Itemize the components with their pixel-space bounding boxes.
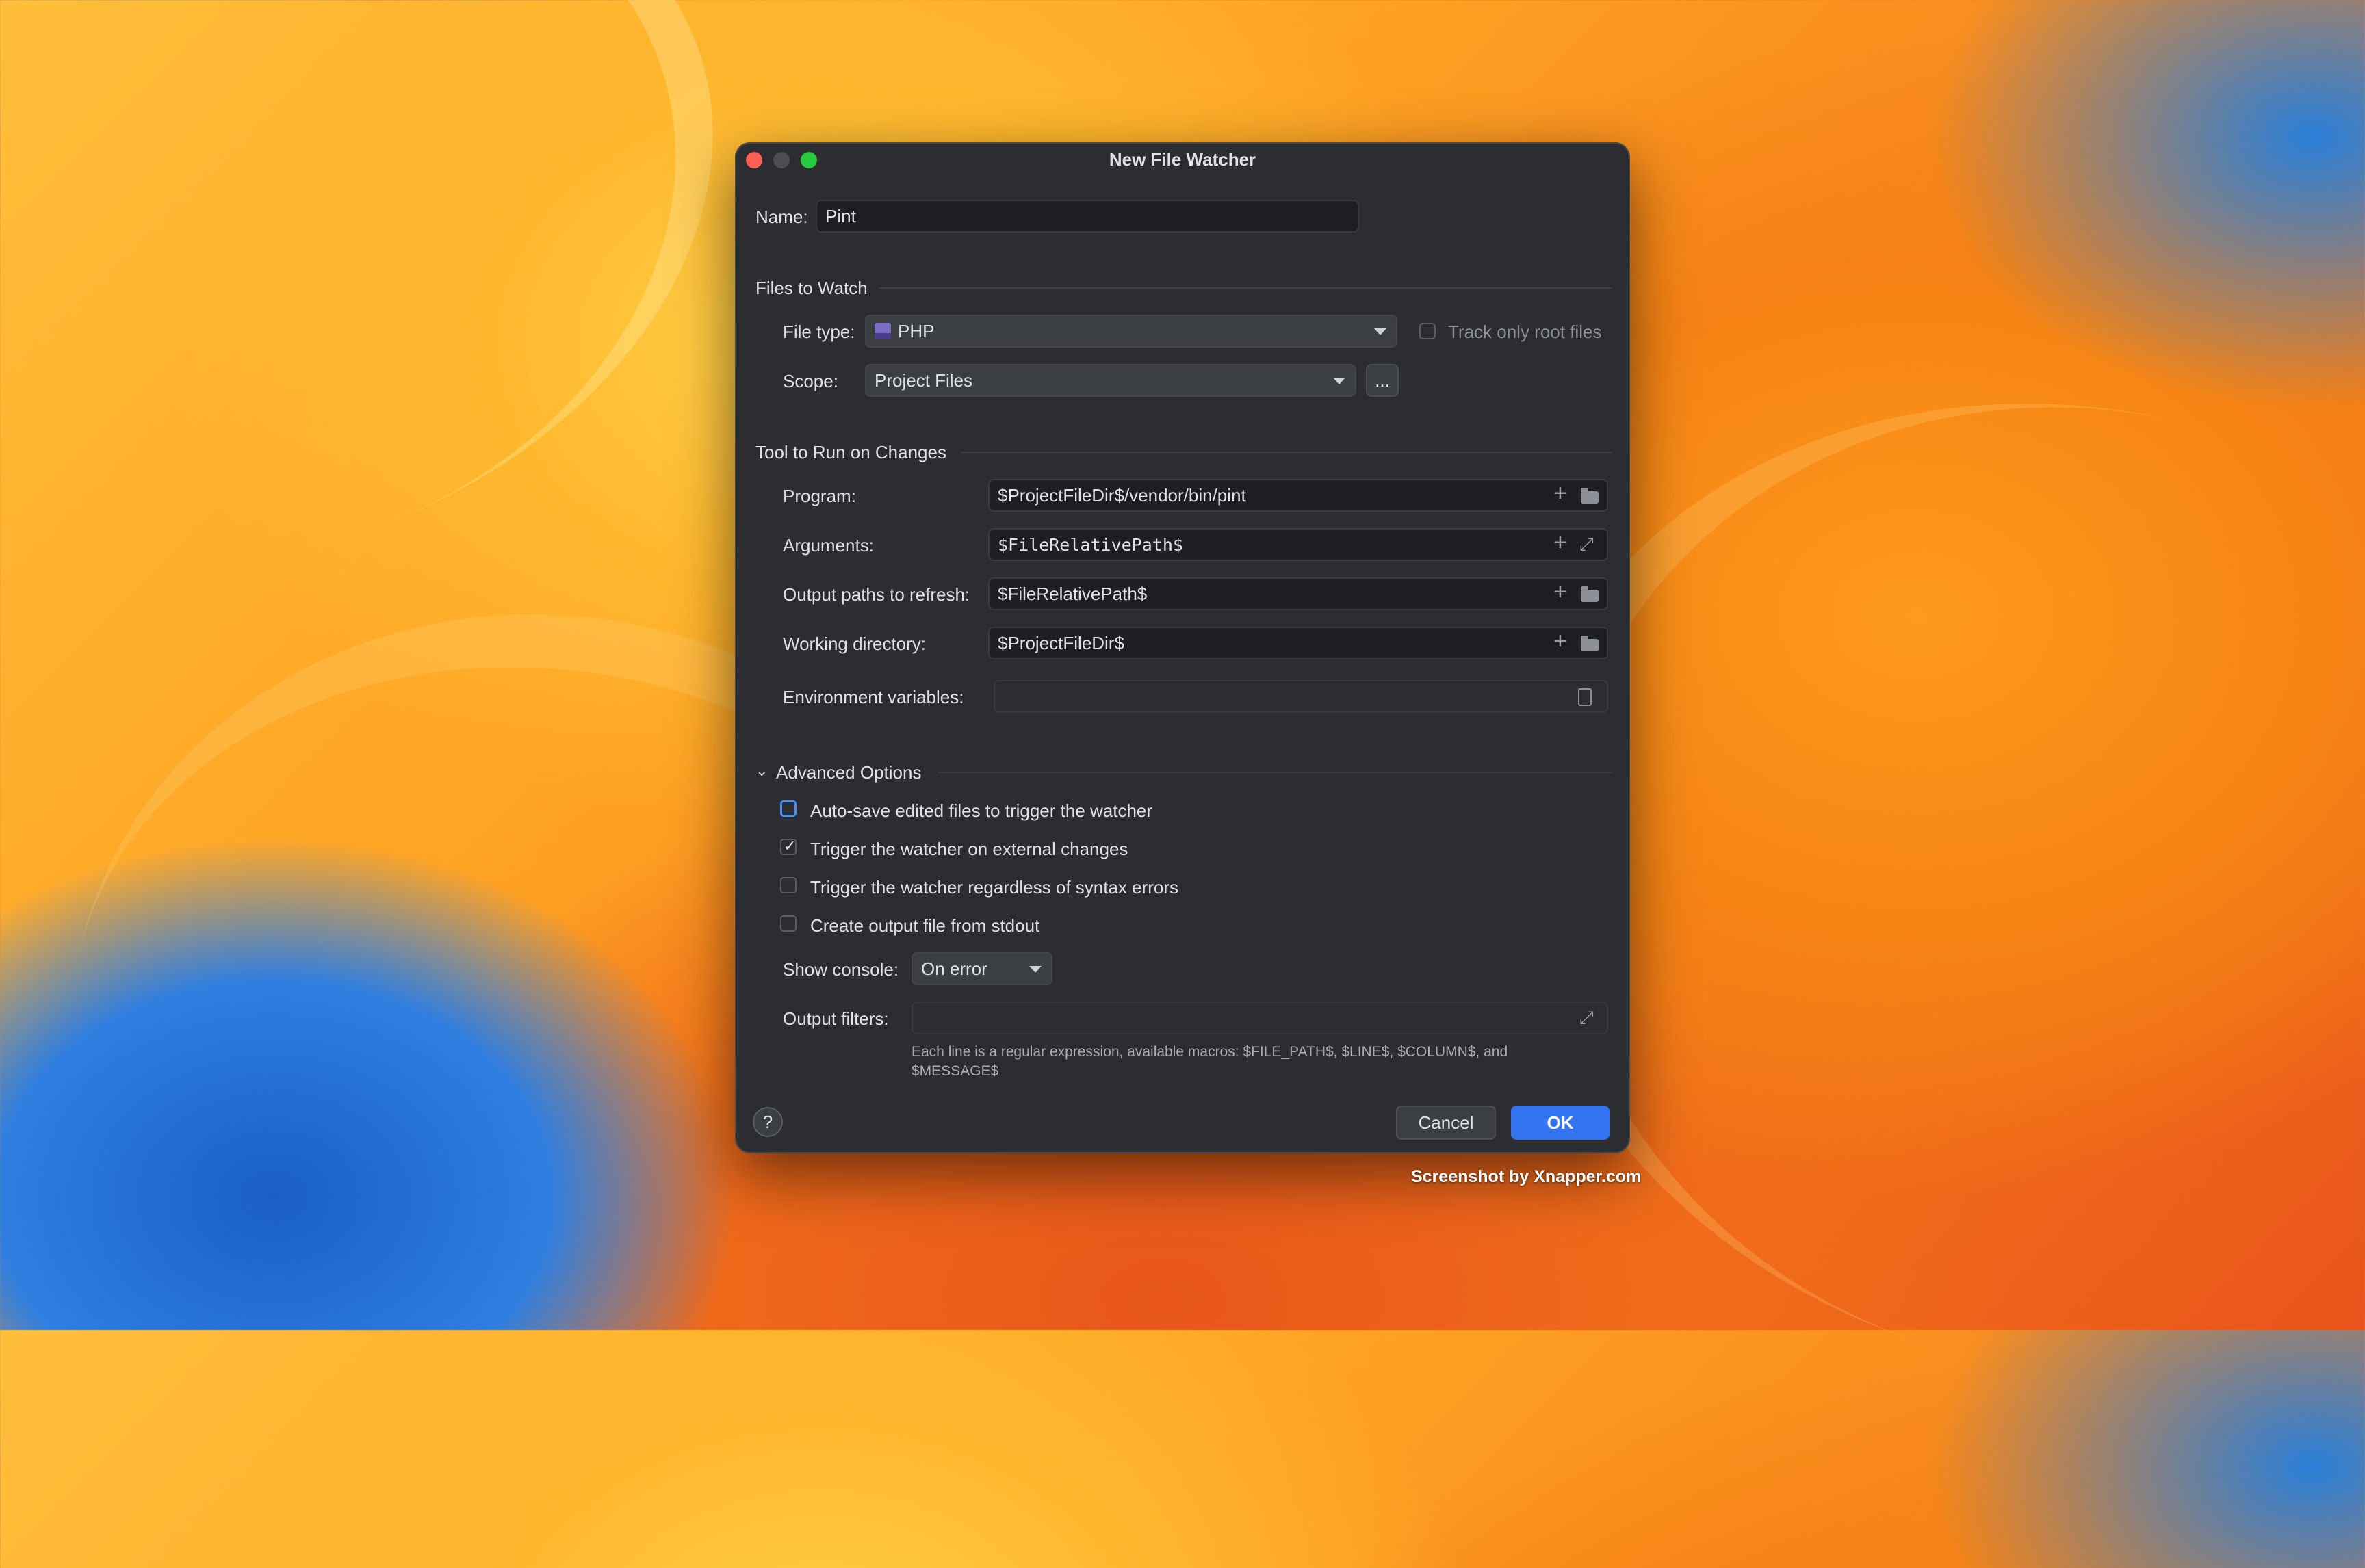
check-icon: ✓ [784,837,797,854]
arguments-input[interactable]: $FileRelativePath$ [988,528,1608,561]
file-type-value: PHP [898,320,935,341]
window-title: New File Watcher [1109,149,1256,170]
external-changes-label: Trigger the watcher on external changes [810,839,1128,859]
output-from-stdout-checkbox[interactable] [780,915,797,932]
arguments-value: $FileRelativePath$ [998,534,1183,555]
insert-macro-icon[interactable]: + [1553,629,1567,653]
title-bar: New File Watcher [735,142,1630,181]
program-value: $ProjectFileDir$/vendor/bin/pint [998,484,1246,506]
files-to-watch-heading: Files to Watch [755,278,868,298]
new-file-watcher-dialog: New File Watcher Name: Pint Files to Wat… [735,142,1630,1153]
ok-button[interactable]: OK [1511,1106,1610,1140]
chevron-down-icon [1029,966,1042,973]
folder-icon[interactable] [1581,636,1599,651]
tool-to-run-heading: Tool to Run on Changes [755,442,946,462]
folder-icon[interactable] [1581,488,1599,504]
separator [961,452,1612,453]
separator [879,287,1612,289]
file-type-label: File type: [783,322,855,342]
wallpaper-swoosh [0,0,815,686]
cancel-button[interactable]: Cancel [1396,1106,1496,1140]
separator [938,772,1612,773]
program-label: Program: [783,486,856,506]
expand-icon[interactable]: ⤢ [1579,1007,1594,1028]
syntax-errors-label: Trigger the watcher regardless of syntax… [810,877,1179,898]
output-from-stdout-label: Create output file from stdout [810,915,1040,936]
scope-dropdown[interactable]: Project Files [865,364,1356,397]
program-input[interactable]: $ProjectFileDir$/vendor/bin/pint [988,479,1608,512]
track-only-root-files-checkbox[interactable] [1419,323,1436,339]
environment-variables-input[interactable] [994,680,1608,713]
track-only-root-files-label: Track only root files [1448,322,1602,342]
show-console-value: On error [921,958,987,979]
clipboard-icon[interactable] [1578,688,1592,706]
show-console-dropdown[interactable]: On error [912,952,1052,985]
scope-browse-button[interactable]: ... [1366,364,1399,397]
insert-macro-icon[interactable]: + [1553,531,1567,554]
help-button[interactable]: ? [753,1107,783,1137]
syntax-errors-checkbox[interactable] [780,877,797,893]
environment-variables-label: Environment variables: [783,687,964,707]
output-filters-label: Output filters: [783,1008,889,1029]
output-paths-label: Output paths to refresh: [783,584,970,605]
chevron-down-icon [1333,378,1345,384]
file-type-dropdown[interactable]: PHP [865,315,1397,348]
working-directory-value: $ProjectFileDir$ [998,632,1124,653]
working-directory-label: Working directory: [783,633,927,654]
output-filters-hint: Each line is a regular expression, avail… [912,1044,1508,1060]
name-input[interactable]: Pint [816,200,1359,233]
folder-icon[interactable] [1581,586,1599,602]
auto-save-checkbox[interactable] [780,800,797,817]
show-console-label: Show console: [783,959,899,980]
output-paths-input[interactable]: $FileRelativePath$ [988,577,1608,610]
arguments-label: Arguments: [783,535,874,556]
php-file-icon [875,323,891,339]
working-directory-input[interactable]: $ProjectFileDir$ [988,627,1608,659]
scope-label: Scope: [783,371,838,391]
name-value: Pint [825,205,856,226]
auto-save-label: Auto-save edited files to trigger the wa… [810,800,1153,821]
chevron-down-icon [1374,328,1386,335]
external-changes-checkbox[interactable]: ✓ [780,837,797,855]
scope-value: Project Files [875,369,973,391]
insert-macro-icon[interactable]: + [1553,482,1567,505]
screenshot-credit: Screenshot by Xnapper.com [1411,1167,1642,1186]
output-filters-input[interactable] [912,1002,1608,1034]
chevron-down-icon[interactable]: ⌄ [755,762,768,780]
expand-icon[interactable]: ⤢ [1579,534,1594,554]
name-label: Name: [755,207,808,227]
advanced-options-heading[interactable]: Advanced Options [776,762,921,783]
output-filters-hint-continued: $MESSAGE$ [912,1063,999,1079]
output-paths-value: $FileRelativePath$ [998,583,1148,604]
insert-macro-icon[interactable]: + [1553,580,1567,603]
